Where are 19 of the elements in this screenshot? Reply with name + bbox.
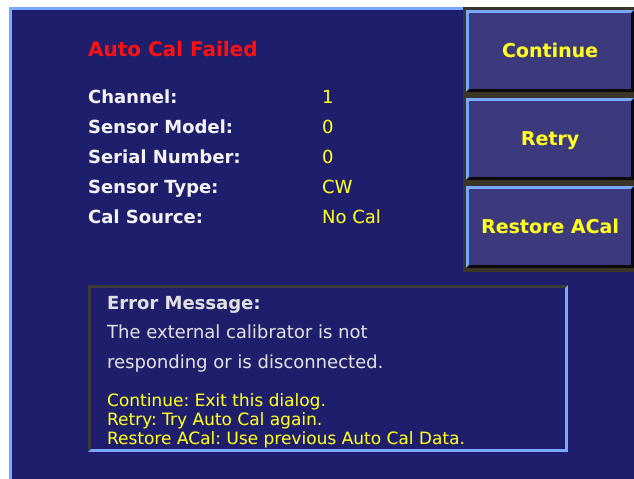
- help-line: Continue: Exit this dialog.: [107, 392, 327, 411]
- field-label: Sensor Type:: [88, 176, 220, 198]
- error-text: The external calibrator is not responding or is disconnected.: [107, 321, 384, 375]
- field-label: Cal Source:: [88, 206, 204, 228]
- field-value: 0: [322, 146, 334, 168]
- error-heading: Error Message:: [107, 292, 262, 316]
- dialog-button[interactable]: Restore ACal: [466, 186, 634, 268]
- dialog-button[interactable]: Continue: [466, 10, 634, 92]
- dialog-button[interactable]: Retry: [466, 98, 634, 180]
- field-label: Sensor Model:: [88, 116, 234, 138]
- field-value: No Cal: [322, 206, 381, 228]
- help-line: Restore ACal: Use previous Auto Cal Data.: [107, 430, 466, 449]
- field-value: CW: [322, 176, 352, 198]
- field-label: Channel:: [88, 86, 178, 108]
- field-value: 0: [322, 116, 334, 138]
- dialog-title: Auto Cal Failed: [88, 36, 258, 62]
- field-label: Serial Number:: [88, 146, 242, 168]
- help-line: Retry: Try Auto Cal again.: [107, 411, 324, 430]
- field-value: 1: [322, 86, 334, 108]
